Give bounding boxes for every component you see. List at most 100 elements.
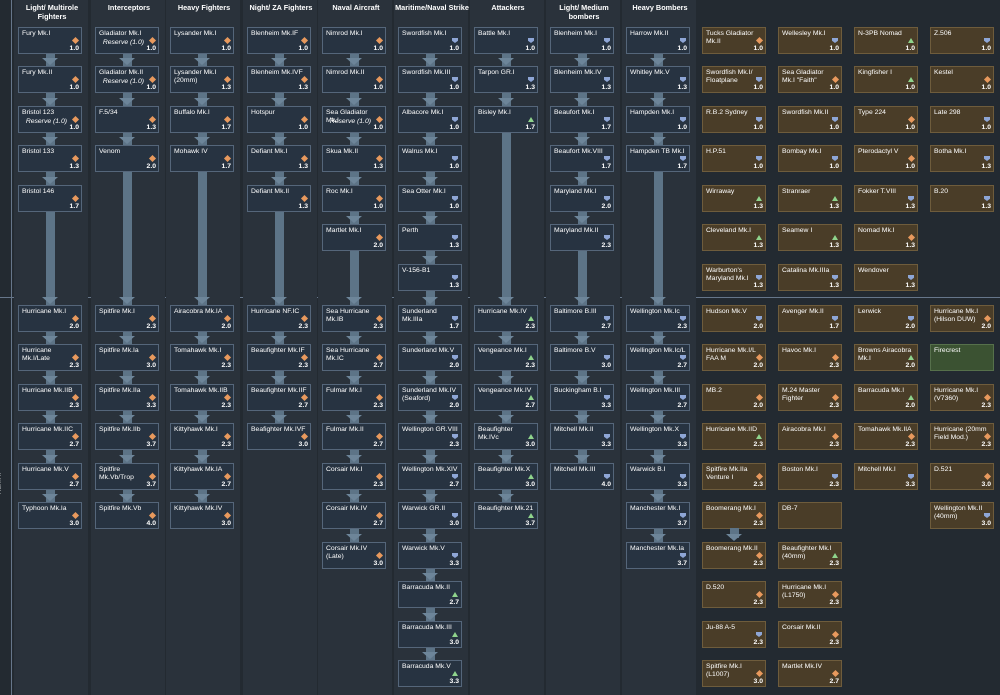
aircraft-node[interactable]: Hurricane Mk.I/Late 2.3 (18, 344, 82, 371)
aircraft-node[interactable]: Hurricane Mk.I/L FAA M 2.0 (702, 344, 766, 371)
aircraft-node[interactable]: Blenheim Mk.IF 1.0 (247, 27, 311, 54)
aircraft-node[interactable]: Fokker T.VIII 1.3 (854, 185, 918, 212)
aircraft-node[interactable]: Tomahawk Mk.I 2.3 (170, 344, 234, 371)
aircraft-node[interactable]: Battle Mk.I 1.0 (474, 27, 538, 54)
aircraft-node[interactable]: Martlet Mk.IV 2.7 (778, 660, 842, 687)
aircraft-node[interactable]: Z.506 1.0 (930, 27, 994, 54)
aircraft-node[interactable]: Lysander Mk.I 1.0 (170, 27, 234, 54)
aircraft-node[interactable]: Whitley Mk.V 1.3 (626, 66, 690, 93)
aircraft-node[interactable]: Blenheim Mk.IVF 1.3 (247, 66, 311, 93)
aircraft-node[interactable]: Lerwick 2.0 (854, 305, 918, 332)
aircraft-node[interactable]: DB-7 (778, 502, 842, 529)
aircraft-node[interactable]: Manchester Mk.I 3.7 (626, 502, 690, 529)
aircraft-node[interactable]: Manchester Mk.Ia 3.7 (626, 542, 690, 569)
aircraft-node[interactable]: Stranraer 1.3 (778, 185, 842, 212)
aircraft-node[interactable]: Swordfish Mk.I 1.0 (398, 27, 462, 54)
aircraft-node[interactable]: Baltimore B.V 3.0 (550, 344, 614, 371)
aircraft-node[interactable]: Pterodactyl V 1.0 (854, 145, 918, 172)
aircraft-node[interactable]: Spitfire Mk.Vb/Trop 3.7 (95, 463, 159, 490)
aircraft-node[interactable]: Sea Otter Mk.I 1.0 (398, 185, 462, 212)
aircraft-node[interactable]: Bisley Mk.I 1.7 (474, 106, 538, 133)
aircraft-node[interactable]: Hurricane Mk.I (L1750) 2.3 (778, 581, 842, 608)
aircraft-node[interactable]: Martlet Mk.I 2.0 (322, 224, 386, 251)
aircraft-node[interactable]: Vengeance Mk.I 2.3 (474, 344, 538, 371)
aircraft-node[interactable]: Gladiator Mk.I Reserve (1.0) 1.0 (95, 27, 159, 54)
aircraft-node[interactable]: Roc Mk.I 1.0 (322, 185, 386, 212)
aircraft-node[interactable]: Swordfish Mk.III 1.0 (398, 66, 462, 93)
aircraft-node[interactable]: Beaufighter Mk.21 3.7 (474, 502, 538, 529)
aircraft-node[interactable]: Kingfisher I 1.0 (854, 66, 918, 93)
aircraft-node[interactable]: Hurricane Mk.IID 2.3 (702, 423, 766, 450)
aircraft-node[interactable]: Hurricane Mk.I 2.0 (18, 305, 82, 332)
aircraft-node[interactable]: Sunderland Mk.V 2.0 (398, 344, 462, 371)
aircraft-node[interactable]: Perth 1.3 (398, 224, 462, 251)
aircraft-node[interactable]: Baltimore B.III 2.7 (550, 305, 614, 332)
aircraft-node[interactable]: Buffalo Mk.I 1.7 (170, 106, 234, 133)
aircraft-node[interactable]: Corsair Mk.IV (Late) 3.0 (322, 542, 386, 569)
aircraft-node[interactable]: Beaufighter Mk.I (40mm) 2.3 (778, 542, 842, 569)
aircraft-node[interactable]: Barracuda Mk.II 2.7 (398, 581, 462, 608)
aircraft-node[interactable]: Type 224 1.0 (854, 106, 918, 133)
aircraft-node[interactable]: Late 298 1.0 (930, 106, 994, 133)
aircraft-node[interactable]: Wirraway 1.3 (702, 185, 766, 212)
aircraft-node[interactable]: Wellesley Mk.I 1.0 (778, 27, 842, 54)
aircraft-node[interactable]: Airacobra Mk.I 2.3 (778, 423, 842, 450)
aircraft-node[interactable]: Sea Gladiator Mk.I "Faith" 1.0 (778, 66, 842, 93)
aircraft-node[interactable]: Harrow Mk.II 1.0 (626, 27, 690, 54)
aircraft-node[interactable]: Sea Gladiator Mk.I Reserve (1.0) 1.0 (322, 106, 386, 133)
aircraft-node[interactable]: Kittyhawk Mk.IA 2.7 (170, 463, 234, 490)
aircraft-node[interactable]: Kestel 1.0 (930, 66, 994, 93)
aircraft-node[interactable]: Mitchell Mk.I 3.3 (854, 463, 918, 490)
aircraft-node[interactable]: Barracuda Mk.I 2.0 (854, 384, 918, 411)
aircraft-node[interactable]: Havoc Mk.I 2.3 (778, 344, 842, 371)
aircraft-node[interactable]: Sea Hurricane Mk.IB 2.3 (322, 305, 386, 332)
aircraft-node[interactable]: Ju-88 A-5 2.3 (702, 621, 766, 648)
aircraft-node[interactable]: Hampden Mk.I 1.0 (626, 106, 690, 133)
aircraft-node[interactable]: Tucks Gladiator Mk.II 1.0 (702, 27, 766, 54)
aircraft-node[interactable]: Maryland Mk.II 2.3 (550, 224, 614, 251)
aircraft-node[interactable]: Spitfire Mk.Vb 4.0 (95, 502, 159, 529)
aircraft-node[interactable]: Hurricane NF.IC 2.3 (247, 305, 311, 332)
aircraft-node[interactable]: Warwick Mk.V 3.3 (398, 542, 462, 569)
aircraft-node[interactable]: Hudson Mk.V 2.0 (702, 305, 766, 332)
aircraft-node[interactable]: Bristol 123 Reserve (1.0) 1.0 (18, 106, 82, 133)
aircraft-node[interactable]: Corsair Mk.II 2.3 (778, 621, 842, 648)
aircraft-node[interactable]: Blenheim Mk.IV 1.3 (550, 66, 614, 93)
aircraft-node[interactable]: Boston Mk.I 2.3 (778, 463, 842, 490)
aircraft-node[interactable]: Airacobra Mk.IA 2.0 (170, 305, 234, 332)
aircraft-node[interactable]: V-156-B1 1.3 (398, 264, 462, 291)
aircraft-node[interactable]: Kittyhawk Mk.I 2.3 (170, 423, 234, 450)
aircraft-node[interactable]: Warburton's Maryland Mk.I 1.3 (702, 264, 766, 291)
aircraft-node[interactable]: M.24 Master Fighter 2.3 (778, 384, 842, 411)
aircraft-node[interactable]: Wellington Mk.Ic 2.3 (626, 305, 690, 332)
aircraft-node[interactable]: Nimrod Mk.I 1.0 (322, 27, 386, 54)
aircraft-node[interactable]: Seamew I 1.3 (778, 224, 842, 251)
aircraft-node[interactable]: Bombay Mk.I 1.0 (778, 145, 842, 172)
aircraft-node[interactable]: R.B.2 Sydney 1.0 (702, 106, 766, 133)
aircraft-node[interactable]: D.521 3.0 (930, 463, 994, 490)
aircraft-node[interactable]: Buckingham B.I 3.3 (550, 384, 614, 411)
aircraft-node[interactable]: Catalina Mk.IIIa 1.3 (778, 264, 842, 291)
aircraft-node[interactable]: Defiant Mk.I 1.3 (247, 145, 311, 172)
aircraft-node[interactable]: Nimrod Mk.II 1.0 (322, 66, 386, 93)
aircraft-node[interactable]: Cleveland Mk.I 1.3 (702, 224, 766, 251)
aircraft-node[interactable]: Fury Mk.I 1.0 (18, 27, 82, 54)
aircraft-node[interactable]: Tomahawk Mk.IIA 2.3 (854, 423, 918, 450)
aircraft-node[interactable]: Hurricane (20mm Field Mod.) 2.3 (930, 423, 994, 450)
aircraft-node[interactable]: Lysander Mk.I (20mm) 1.3 (170, 66, 234, 93)
aircraft-node[interactable]: Corsair Mk.IV 2.7 (322, 502, 386, 529)
aircraft-node[interactable]: Spitfire Mk.IIa Venture I 2.3 (702, 463, 766, 490)
aircraft-node[interactable]: Hurricane Mk.IV 2.3 (474, 305, 538, 332)
aircraft-node[interactable]: Bristol 146 1.7 (18, 185, 82, 212)
aircraft-node[interactable]: Mohawk IV 1.7 (170, 145, 234, 172)
aircraft-node[interactable]: Tarpon GR.I 1.3 (474, 66, 538, 93)
aircraft-node[interactable]: Firecrest (930, 344, 994, 371)
aircraft-node[interactable]: Swordfish Mk.I/ Floatplane 1.0 (702, 66, 766, 93)
aircraft-node[interactable]: Beaufighter Mk.X 3.0 (474, 463, 538, 490)
aircraft-node[interactable]: Sunderland Mk.IIIa 1.7 (398, 305, 462, 332)
aircraft-node[interactable]: Spitfire Mk.I (L1007) 3.0 (702, 660, 766, 687)
aircraft-node[interactable]: Spitfire Mk.I 2.3 (95, 305, 159, 332)
aircraft-node[interactable]: Hurricane Mk.I (Hilson DUW) 2.0 (930, 305, 994, 332)
aircraft-node[interactable]: Blenheim Mk.I 1.0 (550, 27, 614, 54)
aircraft-node[interactable]: N-3PB Nomad 1.0 (854, 27, 918, 54)
